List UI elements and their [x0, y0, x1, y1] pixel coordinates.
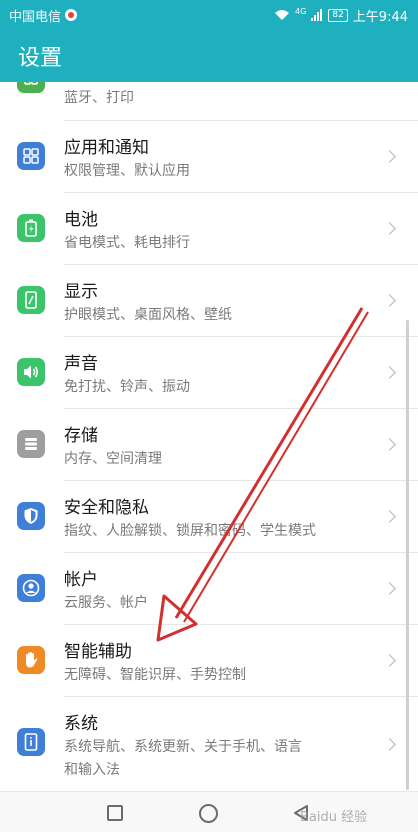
- chevron-right-icon: [383, 222, 396, 235]
- settings-item-title: 应用和通知: [64, 138, 149, 158]
- status-bar: 中国电信 4G 82 上午9:44: [0, 0, 418, 30]
- settings-item-subtitle: 权限管理、默认应用: [64, 163, 190, 179]
- page-title: 设置: [18, 46, 63, 71]
- settings-item-subtitle-continued: 和输入法: [64, 762, 120, 778]
- settings-item-title: 安全和隐私: [64, 498, 149, 518]
- battery-level: 82: [328, 8, 348, 22]
- apps-grid-icon: [17, 142, 45, 170]
- settings-item-subtitle: 无障碍、智能识屏、手势控制: [64, 667, 246, 683]
- settings-item-apps[interactable]: 应用和通知 权限管理、默认应用: [0, 120, 418, 192]
- chevron-right-icon: [383, 510, 396, 523]
- watermark: Baidu 经验: [300, 810, 368, 825]
- settings-item-sound[interactable]: 声音 免打扰、铃声、振动: [0, 336, 418, 408]
- settings-item-subtitle: 内存、空间清理: [64, 451, 162, 467]
- chevron-right-icon: [383, 150, 396, 163]
- chevron-right-icon: [383, 294, 396, 307]
- hand-icon: [17, 646, 45, 674]
- carrier-label: 中国电信: [9, 9, 62, 25]
- settings-item-account[interactable]: 帐户 云服务、帐户: [0, 552, 418, 624]
- wifi-icon: [275, 10, 290, 20]
- settings-item-title: 声音: [64, 354, 98, 374]
- system-info-icon: [17, 728, 45, 756]
- device-connection-icon: [17, 82, 45, 93]
- account-icon: [17, 574, 45, 602]
- clock: 上午9:44: [352, 9, 408, 25]
- settings-item-security[interactable]: 安全和隐私 指纹、人脸解锁、锁屏和密码、学生模式: [0, 480, 418, 552]
- settings-item-subtitle: 云服务、帐户: [64, 595, 148, 611]
- settings-item-title: 智能辅助: [64, 642, 132, 662]
- storage-icon: [17, 430, 45, 458]
- settings-item-display[interactable]: 显示 护眼模式、桌面风格、壁纸: [0, 264, 418, 336]
- settings-item-system[interactable]: 系统 系统导航、系统更新、关于手机、语言 和输入法: [0, 696, 418, 791]
- settings-item-storage[interactable]: 存储 内存、空间清理: [0, 408, 418, 480]
- settings-item-subtitle: 护眼模式、桌面风格、壁纸: [64, 307, 232, 323]
- chevron-right-icon: [383, 654, 396, 667]
- chevron-right-icon: [383, 738, 396, 751]
- settings-item-device-connection[interactable]: 蓝牙、打印: [0, 82, 418, 120]
- settings-item-subtitle: 蓝牙、打印: [64, 90, 134, 106]
- settings-item-smart-assistance[interactable]: 智能辅助 无障碍、智能识屏、手势控制: [0, 624, 418, 696]
- settings-item-title: 电池: [64, 210, 98, 230]
- settings-item-title: 存储: [64, 426, 98, 446]
- speaker-icon: [17, 358, 45, 386]
- recent-apps-button[interactable]: [107, 805, 123, 821]
- signal-icon: [311, 9, 323, 21]
- settings-item-title: 系统: [64, 714, 98, 734]
- settings-list[interactable]: 蓝牙、打印 应用和通知 权限管理、默认应用 电池 省电模式、耗电排行 显示 护眼…: [0, 82, 418, 791]
- settings-item-subtitle: 免打扰、铃声、振动: [64, 379, 190, 395]
- settings-item-title: 显示: [64, 282, 98, 302]
- notification-icon: [65, 9, 78, 21]
- chevron-right-icon: [383, 438, 396, 451]
- settings-item-battery[interactable]: 电池 省电模式、耗电排行: [0, 192, 418, 264]
- settings-item-subtitle: 指纹、人脸解锁、锁屏和密码、学生模式: [64, 523, 316, 539]
- settings-item-title: 帐户: [64, 570, 98, 590]
- chevron-right-icon: [383, 582, 396, 595]
- scrollbar[interactable]: [406, 320, 409, 790]
- settings-item-subtitle: 系统导航、系统更新、关于手机、语言: [64, 739, 302, 755]
- app-bar: 设置: [0, 30, 418, 82]
- chevron-right-icon: [383, 366, 396, 379]
- battery-icon: [17, 214, 45, 242]
- network-type-label: 4G: [295, 6, 307, 16]
- home-button[interactable]: [199, 804, 218, 823]
- settings-item-subtitle: 省电模式、耗电排行: [64, 235, 190, 251]
- shield-icon: [17, 502, 45, 530]
- display-icon: [17, 286, 45, 314]
